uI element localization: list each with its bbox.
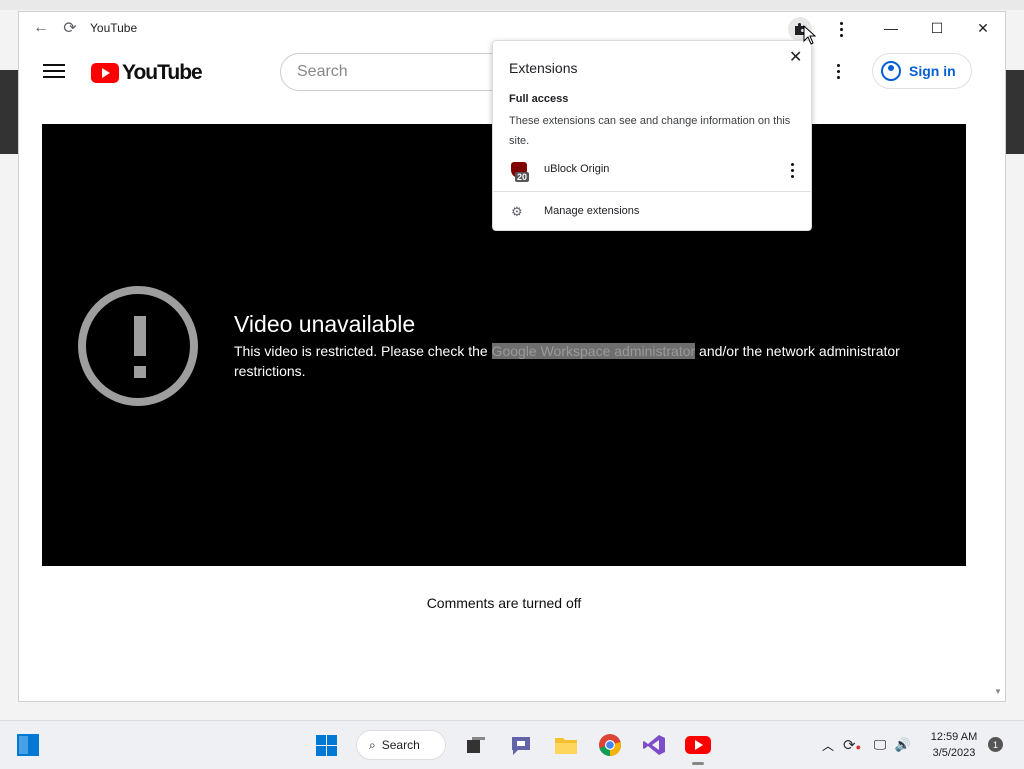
file-explorer-button[interactable]: [552, 731, 580, 759]
widgets-icon: [17, 734, 39, 756]
background-window-edge: [0, 70, 20, 154]
sign-in-button[interactable]: Sign in: [872, 53, 972, 89]
clock-time: 12:59 AM: [930, 731, 978, 743]
youtube-play-icon: [91, 63, 119, 83]
youtube-logo[interactable]: YouTube: [91, 61, 203, 85]
scroll-down-arrow[interactable]: ▼: [994, 687, 1002, 696]
chevron-up-icon: ︿: [821, 738, 834, 753]
extension-item-ublock-origin[interactable]: 20 uBlock Origin: [493, 159, 811, 189]
account-icon: [881, 61, 901, 81]
notification-badge[interactable]: 1: [988, 737, 1003, 752]
sync-alert-icon: ⟳●: [842, 737, 861, 754]
extension-name: uBlock Origin: [544, 163, 610, 175]
chat-button[interactable]: [507, 731, 535, 759]
manage-extensions-button[interactable]: ⚙ Manage extensions: [493, 201, 811, 225]
comments-status: Comments are turned off: [426, 595, 582, 611]
minimize-button[interactable]: —: [871, 16, 911, 40]
youtube-logo-text: YouTube: [122, 61, 203, 84]
reload-icon[interactable]: ⟳: [60, 18, 80, 38]
divider: [493, 191, 811, 192]
error-message-start: This video is restricted. Please check t…: [234, 343, 492, 359]
maximize-button[interactable]: ☐: [917, 16, 957, 40]
task-view-button[interactable]: [462, 731, 490, 759]
extensions-popup: Extensions ✕ Full access These extension…: [492, 40, 812, 231]
taskbar-search[interactable]: ⌕ Search: [356, 730, 446, 760]
clock[interactable]: 12:59 AM 3/5/2023: [920, 729, 988, 761]
youtube-app-button[interactable]: [684, 731, 712, 765]
taskbar-search-label: Search: [381, 738, 420, 752]
update-status-button[interactable]: ⟳●: [838, 731, 866, 759]
desktop-top: [0, 0, 1024, 10]
error-message: This video is restricted. Please check t…: [234, 341, 934, 381]
sign-in-label: Sign in: [909, 63, 956, 79]
error-title: Video unavailable: [234, 311, 416, 337]
chrome-button[interactable]: [596, 731, 624, 759]
extensions-popup-title: Extensions: [509, 60, 578, 76]
background-window-edge-right: [1006, 70, 1024, 154]
close-icon[interactable]: ✕: [789, 47, 802, 67]
hamburger-menu-icon[interactable]: [43, 60, 65, 80]
folder-icon: [555, 738, 577, 754]
taskbar: ⌕ Search ︿ ⟳● 🖵 🔊 12:59 AM 3/5/2023 1: [0, 720, 1024, 769]
teams-chat-icon: [512, 737, 530, 755]
extension-badge: 20: [515, 172, 530, 182]
network-icon: 🖵: [873, 737, 887, 752]
settings-menu-icon[interactable]: [837, 64, 843, 82]
full-access-description: These extensions can see and change info…: [509, 115, 791, 147]
volume-button[interactable]: 🔊: [889, 731, 917, 759]
visual-studio-button[interactable]: [640, 731, 668, 759]
clock-date: 3/5/2023: [932, 747, 976, 759]
close-button[interactable]: ✕: [963, 16, 1003, 40]
task-view-icon: [467, 737, 485, 753]
error-message-highlight: Google Workspace administrator: [491, 343, 696, 359]
app-menu-icon[interactable]: [840, 22, 843, 40]
active-indicator: [692, 762, 704, 765]
widgets-button[interactable]: [14, 731, 42, 759]
mouse-cursor-icon: [803, 25, 817, 45]
visual-studio-icon: [643, 735, 665, 755]
search-icon: ⌕: [369, 737, 376, 752]
manage-extensions-label: Manage extensions: [544, 205, 640, 217]
window-title: YouTube: [90, 21, 138, 35]
extension-more-icon[interactable]: [791, 163, 794, 181]
full-access-heading: Full access: [509, 93, 569, 105]
youtube-app-icon: [685, 736, 711, 754]
error-icon: [78, 286, 198, 406]
back-icon[interactable]: ←: [31, 18, 51, 38]
chrome-icon: [599, 734, 621, 756]
windows-start-icon: [315, 734, 337, 756]
gear-icon: ⚙: [511, 204, 523, 219]
volume-icon: 🔊: [894, 737, 912, 752]
start-button[interactable]: [312, 731, 340, 759]
search-placeholder: Search: [297, 63, 348, 80]
